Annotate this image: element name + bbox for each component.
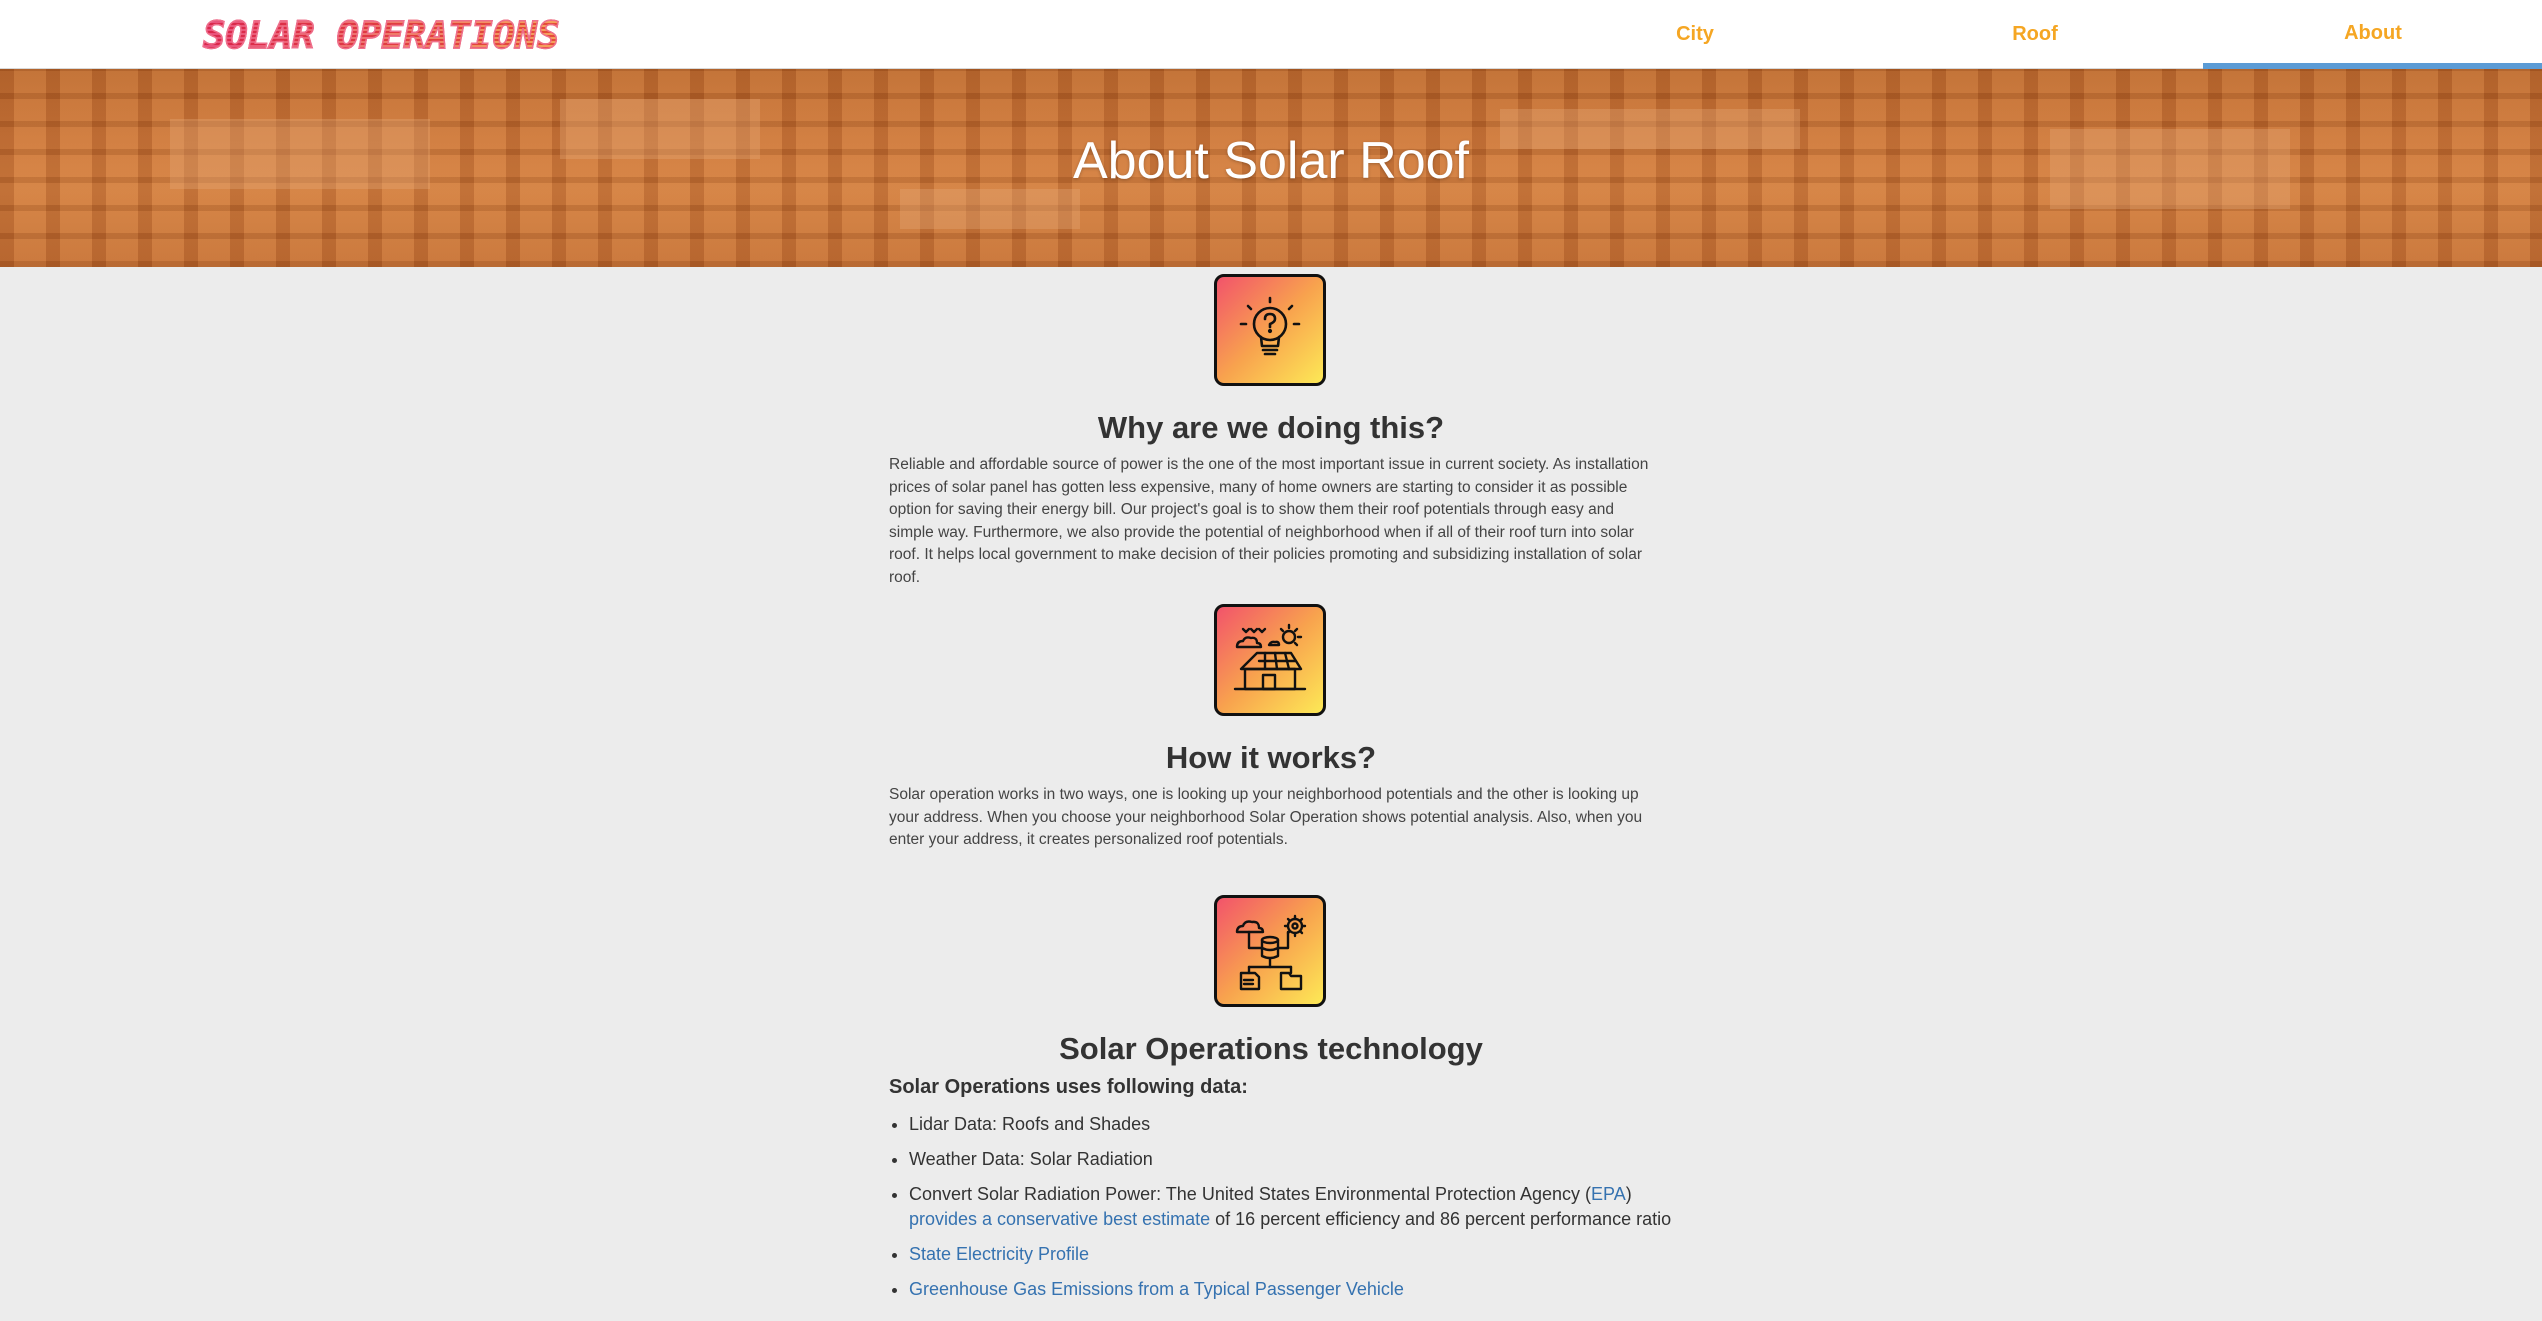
hero-building-shape [900, 189, 1080, 229]
best-estimate-link[interactable]: provides a conservative best estimate [909, 1209, 1210, 1229]
brand-logo[interactable]: SOLAR OPERATIONS [202, 13, 560, 58]
section-body-how: Solar operation works in two ways, one i… [889, 786, 1643, 848]
section-body-why: Reliable and affordable source of power … [889, 456, 1649, 586]
list-item: Weather Data: Solar Radiation [909, 1147, 1729, 1172]
list-item-text: ) [1625, 1184, 1632, 1204]
top-navbar: SOLAR OPERATIONS City Roof About [0, 0, 2542, 69]
tech-data-list: Lidar Data: Roofs and Shades Weather Dat… [889, 1112, 1729, 1312]
section-heading-how: How it works? [1165, 740, 1377, 775]
list-item-text: of 16 percent efficiency and 86 percent … [1210, 1209, 1672, 1229]
hero-banner: About Solar Roof [0, 69, 2542, 267]
list-item-text: Lidar Data: Roofs and Shades [909, 1114, 1151, 1134]
nav-item-roof[interactable]: Roof [1865, 0, 2205, 69]
data-network-icon [1214, 895, 1326, 1007]
list-item: Lidar Data: Roofs and Shades [909, 1112, 1729, 1137]
lightbulb-question-icon [1214, 274, 1326, 386]
solar-house-icon [1214, 604, 1326, 716]
list-item: Greenhouse Gas Emissions from a Typical … [909, 1277, 1729, 1302]
list-item: State Electricity Profile [909, 1242, 1729, 1267]
section-heading-why: Why are we doing this? [1097, 410, 1445, 445]
list-item-text: Convert Solar Radiation Power: The Unite… [909, 1184, 1592, 1204]
nav-item-about[interactable]: About [2203, 0, 2542, 69]
nav-item-city[interactable]: City [1525, 0, 1865, 69]
list-item-text: Weather Data: Solar Radiation [909, 1149, 1153, 1169]
section-heading-tech: Solar Operations technology [1059, 1031, 1483, 1066]
page-title: About Solar Roof [1072, 132, 1470, 190]
list-item: Convert Solar Radiation Power: The Unite… [909, 1182, 1729, 1232]
ghg-emissions-link[interactable]: Greenhouse Gas Emissions from a Typical … [909, 1279, 1404, 1299]
epa-link[interactable]: EPA [1591, 1184, 1626, 1204]
tech-data-subheading: Solar Operations uses following data: [889, 1076, 1248, 1098]
state-electricity-profile-link[interactable]: State Electricity Profile [909, 1244, 1089, 1264]
